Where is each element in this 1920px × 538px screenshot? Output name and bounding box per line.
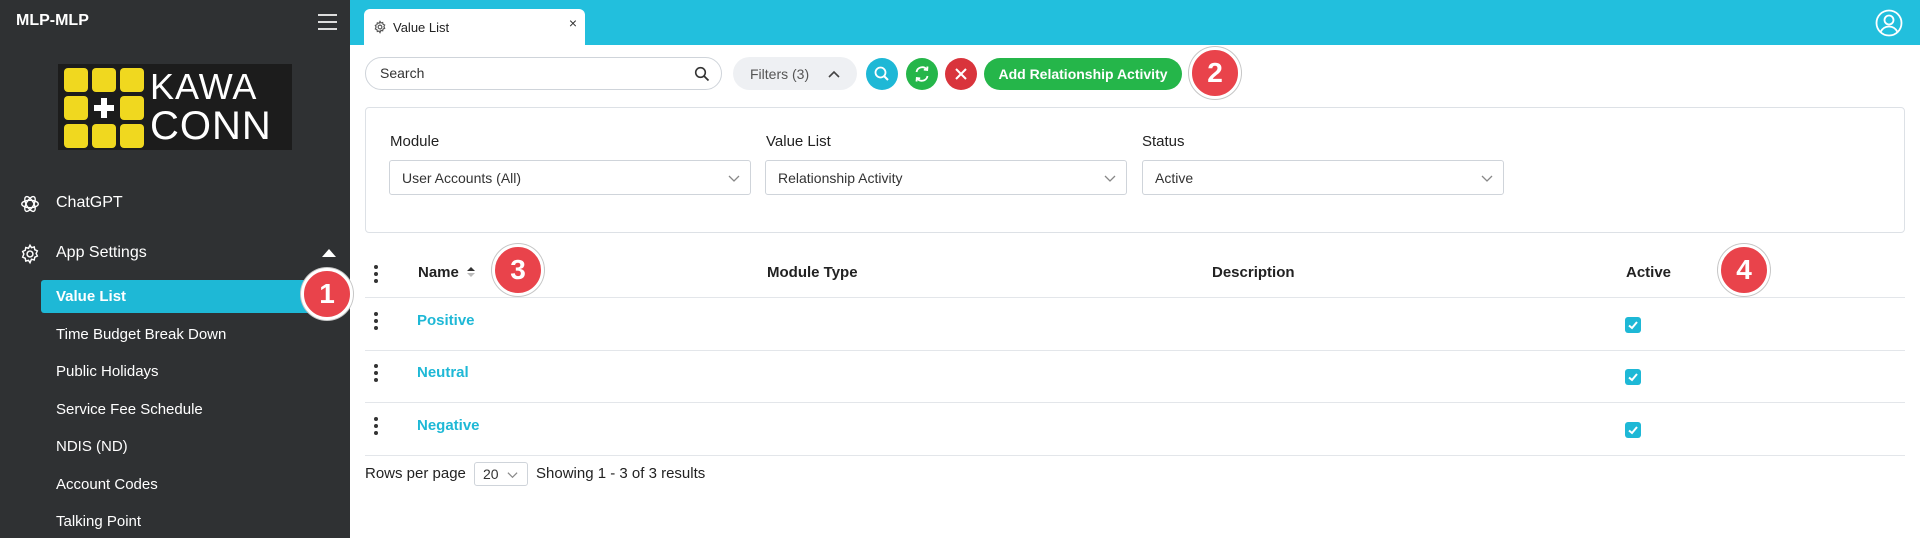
annotation-badge: 2 xyxy=(1189,47,1241,99)
row-divider xyxy=(365,455,1905,456)
checkmark-icon xyxy=(1628,321,1638,330)
sidebar-subitem-label: NDIS (ND) xyxy=(56,438,128,455)
sidebar-subitem-public-holidays[interactable]: Public Holidays xyxy=(41,355,343,388)
filter-status-select[interactable]: Active xyxy=(1142,160,1504,195)
search-box xyxy=(365,57,722,90)
sidebar-subitem-label: Time Budget Break Down xyxy=(56,326,227,343)
add-relationship-activity-button[interactable]: Add Relationship Activity xyxy=(984,58,1182,90)
select-value: Active xyxy=(1155,170,1194,186)
close-icon[interactable]: × xyxy=(569,15,577,31)
select-value: User Accounts (All) xyxy=(402,170,522,186)
tab-label: Value List xyxy=(393,20,450,35)
sidebar: MLP-MLP KAWA CONN ChatGPT App Settings V… xyxy=(0,0,350,538)
top-bar xyxy=(350,0,1920,45)
rows-per-page-select[interactable]: 20 xyxy=(474,462,528,486)
row-name-link[interactable]: Neutral xyxy=(417,364,469,381)
column-header-label: Name xyxy=(418,264,459,281)
sidebar-subitem-account-codes[interactable]: Account Codes xyxy=(41,468,343,501)
chevron-down-icon xyxy=(1481,175,1493,182)
refresh-button[interactable] xyxy=(906,58,938,90)
filters-toggle-button[interactable]: Filters (3) xyxy=(733,57,857,90)
company-logo: KAWA CONN xyxy=(58,64,292,150)
sort-icon xyxy=(467,267,476,277)
search-input[interactable] xyxy=(378,64,682,82)
chevron-down-icon xyxy=(1104,175,1116,182)
search-button[interactable] xyxy=(866,58,898,90)
sidebar-subitem-talking-point[interactable]: Talking Point xyxy=(41,505,343,538)
hamburger-menu-icon[interactable] xyxy=(318,14,337,30)
row-divider xyxy=(365,402,1905,403)
filter-module-label: Module xyxy=(390,133,440,150)
tab-value-list[interactable]: Value List × xyxy=(364,9,585,45)
sidebar-subitem-label: Service Fee Schedule xyxy=(56,401,203,418)
chatgpt-icon xyxy=(21,195,39,213)
close-icon xyxy=(955,68,967,80)
column-header-name[interactable]: Name xyxy=(418,264,476,281)
row-options-icon[interactable] xyxy=(374,417,378,435)
active-checkbox[interactable] xyxy=(1625,317,1641,333)
select-value: Relationship Activity xyxy=(778,170,903,186)
clear-filters-button[interactable] xyxy=(945,58,977,90)
chevron-down-icon xyxy=(728,175,740,182)
sidebar-item-chatgpt[interactable]: ChatGPT xyxy=(0,185,350,221)
gear-icon xyxy=(374,20,386,34)
sidebar-subitem-label: Public Holidays xyxy=(56,363,159,380)
sidebar-subitem-time-budget[interactable]: Time Budget Break Down xyxy=(41,318,343,351)
filter-value-list-label: Value List xyxy=(766,133,831,150)
sidebar-subitem-value-list[interactable]: Value List xyxy=(41,280,343,313)
refresh-icon xyxy=(915,66,929,82)
checkmark-icon xyxy=(1628,426,1638,435)
results-count: Showing 1 - 3 of 3 results xyxy=(536,465,706,482)
active-checkbox[interactable] xyxy=(1625,369,1641,385)
rows-per-page-label: Rows per page xyxy=(365,465,466,482)
logo-squares xyxy=(64,68,144,148)
checkmark-icon xyxy=(1628,373,1638,382)
chevron-down-icon xyxy=(507,472,518,479)
select-value: 20 xyxy=(483,466,499,482)
row-options-icon[interactable] xyxy=(374,312,378,330)
column-options-icon[interactable] xyxy=(374,265,378,283)
gear-icon xyxy=(21,243,39,265)
sidebar-item-label: ChatGPT xyxy=(56,194,123,211)
search-icon[interactable] xyxy=(694,66,710,82)
sidebar-subitem-label: Talking Point xyxy=(56,513,142,530)
sidebar-item-label: App Settings xyxy=(56,244,147,261)
column-header-description[interactable]: Description xyxy=(1212,264,1295,281)
filter-value-list-select[interactable]: Relationship Activity xyxy=(765,160,1127,195)
sidebar-subitem-label: Account Codes xyxy=(56,476,158,493)
chevron-up-icon xyxy=(828,70,840,78)
row-name-link[interactable]: Positive xyxy=(417,312,475,329)
annotation-badge: 3 xyxy=(492,244,544,296)
logo-text-bottom: CONN xyxy=(150,104,272,148)
sidebar-subitem-label: Value List xyxy=(56,288,127,305)
column-header-module-type[interactable]: Module Type xyxy=(767,264,858,281)
column-header-active[interactable]: Active xyxy=(1626,264,1671,281)
row-options-icon[interactable] xyxy=(374,364,378,382)
active-checkbox[interactable] xyxy=(1625,422,1641,438)
filters-label: Filters (3) xyxy=(750,66,810,82)
filter-status-label: Status xyxy=(1142,133,1185,150)
search-icon xyxy=(874,66,889,81)
row-divider xyxy=(365,350,1905,351)
sidebar-subitem-ndis[interactable]: NDIS (ND) xyxy=(41,430,343,463)
row-name-link[interactable]: Negative xyxy=(417,417,480,434)
annotation-badge: 4 xyxy=(1718,244,1770,296)
filter-module-select[interactable]: User Accounts (All) xyxy=(389,160,751,195)
caret-up-icon[interactable] xyxy=(322,249,336,257)
annotation-badge: 1 xyxy=(301,268,353,320)
user-profile-icon[interactable] xyxy=(1875,9,1903,37)
row-divider xyxy=(365,297,1905,298)
sidebar-subitem-service-fee[interactable]: Service Fee Schedule xyxy=(41,393,343,426)
logo-text-top: KAWA xyxy=(150,66,258,107)
app-title: MLP-MLP xyxy=(16,12,89,29)
sidebar-item-app-settings[interactable]: App Settings xyxy=(0,235,350,271)
